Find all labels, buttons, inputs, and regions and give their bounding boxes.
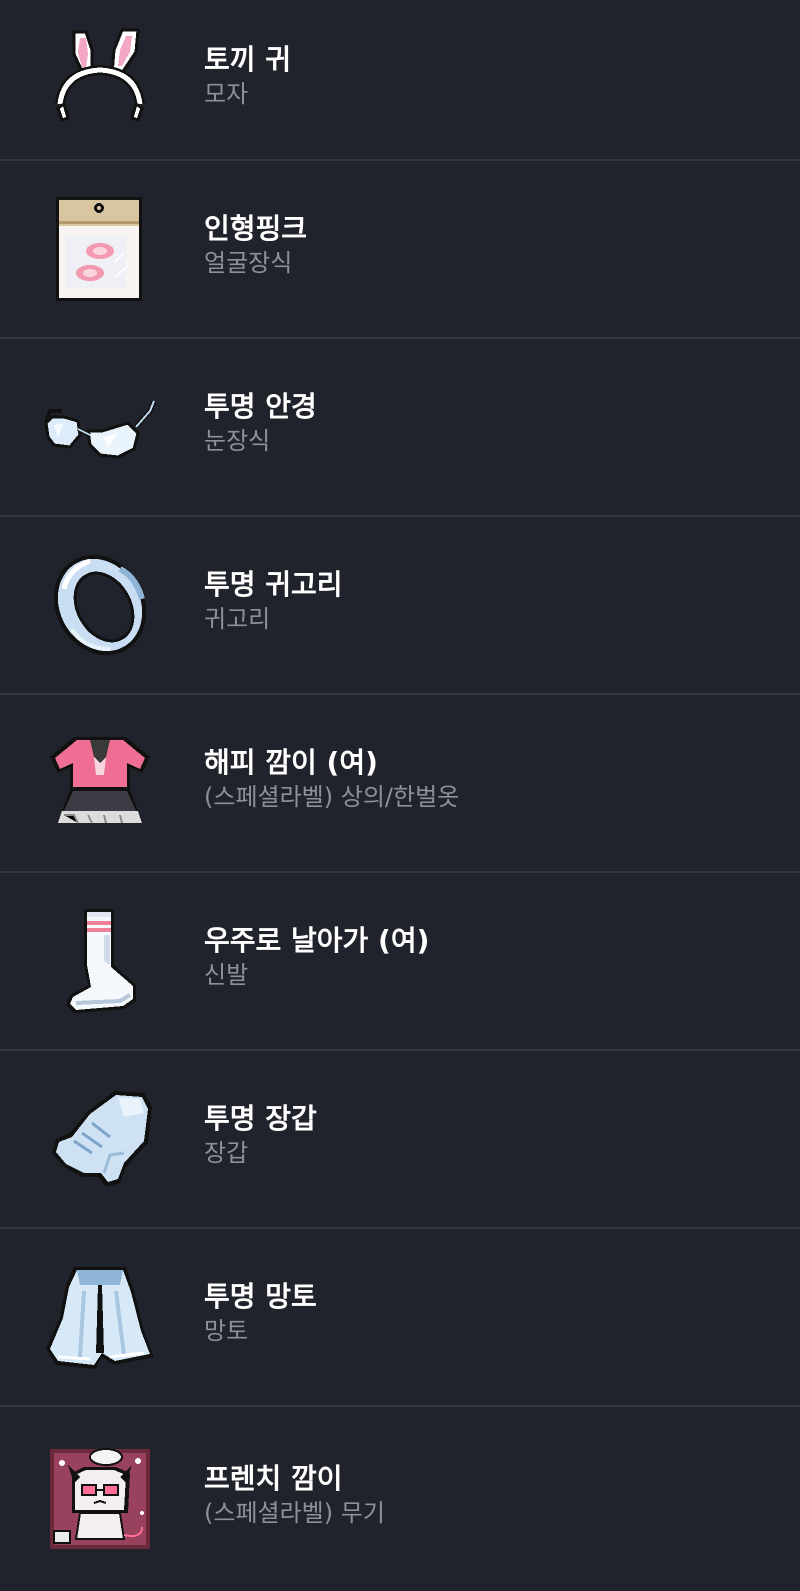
item-name: 투명 안경 xyxy=(204,390,317,423)
transparent-glove-icon xyxy=(44,1083,156,1195)
item-category: (스페셜라벨) 상의/한벌옷 xyxy=(204,783,460,811)
list-item[interactable]: 인형핑크 얼굴장식 xyxy=(0,161,800,339)
pink-blush-sticker-icon xyxy=(44,193,156,305)
transparent-glasses-icon xyxy=(44,371,156,483)
item-category: 귀고리 xyxy=(204,605,271,633)
item-list: 토끼 귀 모자 인형핑크 얼굴장식 투명 안경 눈장식 투명 귀고리 귀고리 해… xyxy=(0,0,800,1591)
item-category: 눈장식 xyxy=(204,427,271,455)
pink-dress-outfit-icon xyxy=(44,727,156,839)
item-text: 우주로 날아가 (여) 신발 xyxy=(204,923,429,991)
list-item[interactable]: 토끼 귀 모자 xyxy=(0,0,800,161)
item-category: 신발 xyxy=(204,961,249,989)
item-text: 토끼 귀 모자 xyxy=(204,42,291,110)
item-text: 투명 장갑 장갑 xyxy=(204,1101,317,1169)
list-item[interactable]: 투명 망토 망토 xyxy=(0,1229,800,1407)
item-text: 투명 안경 눈장식 xyxy=(204,389,317,457)
item-category: 모자 xyxy=(204,79,249,108)
item-name: 인형핑크 xyxy=(204,212,308,245)
item-name: 투명 귀고리 xyxy=(204,568,343,601)
list-item[interactable]: 프렌치 깜이 (스페셜라벨) 무기 xyxy=(0,1407,800,1591)
list-item[interactable]: 우주로 날아가 (여) 신발 xyxy=(0,873,800,1051)
list-item[interactable]: 해피 깜이 (여) (스페셜라벨) 상의/한벌옷 xyxy=(0,695,800,873)
french-cat-weapon-icon xyxy=(44,1443,156,1555)
list-item[interactable]: 투명 안경 눈장식 xyxy=(0,339,800,517)
transparent-cape-icon xyxy=(44,1261,156,1373)
item-category: (스페셜라벨) 무기 xyxy=(204,1499,385,1527)
transparent-earring-icon xyxy=(44,549,156,661)
list-item[interactable]: 투명 장갑 장갑 xyxy=(0,1051,800,1229)
item-name: 프렌치 깜이 xyxy=(204,1462,343,1495)
item-name: 우주로 날아가 (여) xyxy=(204,924,430,957)
bunny-ears-headband-icon xyxy=(44,24,156,136)
item-name: 해피 깜이 (여) xyxy=(204,746,378,779)
list-item[interactable]: 투명 귀고리 귀고리 xyxy=(0,517,800,695)
item-text: 인형핑크 얼굴장식 xyxy=(204,211,307,279)
item-text: 프렌치 깜이 (스페셜라벨) 무기 xyxy=(204,1461,385,1529)
item-text: 투명 망토 망토 xyxy=(204,1279,317,1347)
item-name: 토끼 귀 xyxy=(204,42,292,76)
item-category: 망토 xyxy=(204,1317,249,1345)
item-text: 투명 귀고리 귀고리 xyxy=(204,567,343,635)
item-name: 투명 장갑 xyxy=(204,1102,317,1135)
item-text: 해피 깜이 (여) (스페셜라벨) 상의/한벌옷 xyxy=(204,745,459,813)
item-name: 투명 망토 xyxy=(204,1280,317,1313)
item-category: 장갑 xyxy=(204,1139,249,1167)
white-sock-icon xyxy=(44,905,156,1017)
item-category: 얼굴장식 xyxy=(204,249,293,277)
